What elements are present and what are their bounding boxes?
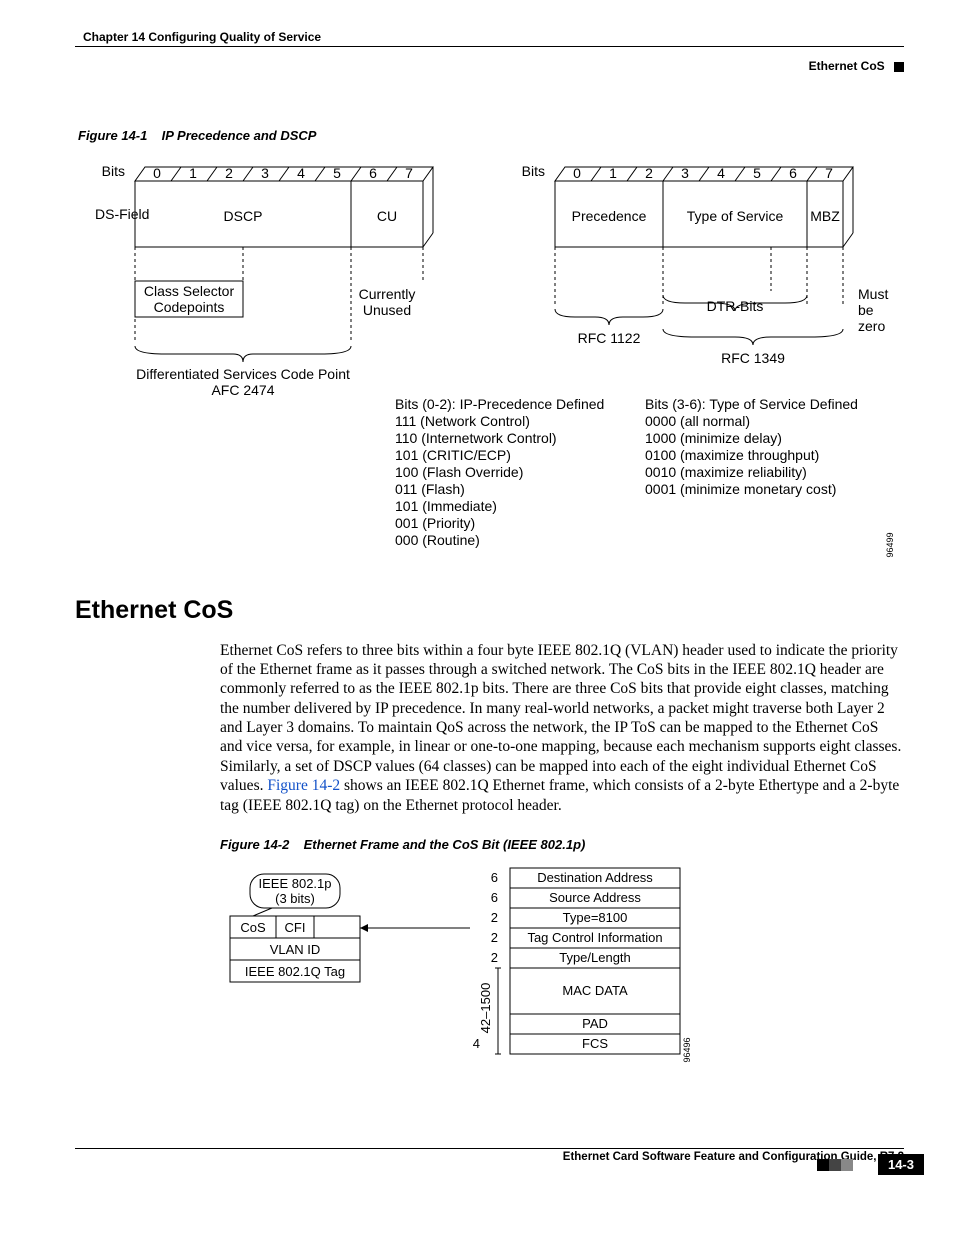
svg-text:5: 5 — [753, 165, 761, 181]
figure2-diagram: CoS CFI VLAN ID IEEE 802.1Q Tag IEEE 802… — [220, 858, 780, 1078]
section-heading: Ethernet CoS — [75, 596, 904, 625]
figure2-caption: Figure 14-2 Ethernet Frame and the CoS B… — [220, 837, 904, 852]
svg-text:Codepoints: Codepoints — [154, 299, 225, 315]
page-number: 14-3 — [878, 1154, 924, 1175]
svg-text:IEEE 802.1Q Tag: IEEE 802.1Q Tag — [245, 964, 345, 979]
svg-text:FCS: FCS — [582, 1036, 608, 1051]
svg-text:IEEE 802.1p: IEEE 802.1p — [259, 876, 332, 891]
figure1-title: IP Precedence and DSCP — [162, 128, 317, 143]
svg-text:4: 4 — [717, 165, 725, 181]
svg-text:2: 2 — [645, 165, 653, 181]
section-label-top: Ethernet CoS — [75, 59, 904, 73]
svg-text:011 (Flash): 011 (Flash) — [395, 481, 465, 497]
svg-text:0100 (maximize throughput): 0100 (maximize throughput) — [645, 447, 819, 463]
svg-text:DTR-Bits: DTR-Bits — [707, 298, 764, 314]
svg-text:Type=8100: Type=8100 — [563, 910, 628, 925]
svg-text:zero: zero — [858, 318, 885, 334]
svg-text:Destination Address: Destination Address — [537, 870, 653, 885]
svg-text:110 (Internetwork Control): 110 (Internetwork Control) — [395, 430, 557, 446]
svg-text:PAD: PAD — [582, 1016, 608, 1031]
figure2-title: Ethernet Frame and the CoS Bit (IEEE 802… — [304, 837, 586, 852]
svg-text:Precedence: Precedence — [572, 208, 647, 224]
svg-text:RFC 1349: RFC 1349 — [721, 350, 785, 366]
svg-text:Type of Service: Type of Service — [687, 208, 784, 224]
svg-text:1: 1 — [189, 165, 197, 181]
svg-text:2: 2 — [225, 165, 233, 181]
svg-text:4: 4 — [297, 165, 305, 181]
footer-guide: Ethernet Card Software Feature and Confi… — [75, 1149, 904, 1163]
svg-text:Bits: Bits — [102, 163, 125, 179]
svg-text:DSCP: DSCP — [224, 208, 263, 224]
section-label-text: Ethernet CoS — [809, 59, 885, 73]
svg-text:0010 (maximize reliability): 0010 (maximize reliability) — [645, 464, 807, 480]
bits-row-left: 0 1 2 3 4 5 6 7 — [135, 165, 433, 181]
svg-text:be: be — [858, 302, 874, 318]
svg-text:7: 7 — [825, 165, 833, 181]
figure-link[interactable]: Figure 14-2 — [267, 777, 340, 794]
svg-text:000 (Routine): 000 (Routine) — [395, 532, 480, 548]
svg-text:0001 (minimize monetary cost): 0001 (minimize monetary cost) — [645, 481, 836, 497]
svg-text:6: 6 — [789, 165, 797, 181]
svg-text:111 (Network Control): 111 (Network Control) — [395, 413, 530, 429]
svg-text:001 (Priority): 001 (Priority) — [395, 515, 475, 531]
svg-text:2: 2 — [491, 910, 498, 925]
svg-text:Bits: Bits — [522, 163, 545, 179]
svg-text:Must: Must — [858, 286, 888, 302]
svg-text:VLAN ID: VLAN ID — [270, 942, 321, 957]
figure2-number: Figure 14-2 — [220, 837, 300, 852]
svg-text:5: 5 — [333, 165, 341, 181]
page-footer: Ethernet Card Software Feature and Confi… — [75, 1148, 904, 1179]
svg-text:1: 1 — [609, 165, 617, 181]
svg-text:0000 (all normal): 0000 (all normal) — [645, 413, 750, 429]
footer-square-icon — [829, 1159, 841, 1171]
svg-text:4: 4 — [473, 1036, 480, 1051]
svg-text:CU: CU — [377, 208, 397, 224]
svg-text:101 (CRITIC/ECP): 101 (CRITIC/ECP) — [395, 447, 511, 463]
svg-text:Class Selector: Class Selector — [144, 283, 235, 299]
figure1-diagram: Bits 0 1 2 3 4 5 6 7 — [75, 151, 905, 561]
svg-text:Currently: Currently — [359, 286, 416, 302]
figure1-number: Figure 14-1 — [78, 128, 158, 143]
figure1-caption: Figure 14-1 IP Precedence and DSCP — [78, 128, 904, 143]
svg-text:6: 6 — [491, 870, 498, 885]
svg-text:2: 2 — [491, 950, 498, 965]
svg-text:(3 bits): (3 bits) — [275, 891, 315, 906]
footer-square-icon — [817, 1159, 829, 1171]
svg-text:100 (Flash Override): 100 (Flash Override) — [395, 464, 523, 480]
svg-text:Differentiated Services Code P: Differentiated Services Code Point — [136, 366, 350, 382]
svg-text:0: 0 — [153, 165, 161, 181]
svg-text:DS-Field: DS-Field — [95, 206, 149, 222]
svg-text:1000 (minimize delay): 1000 (minimize delay) — [645, 430, 782, 446]
svg-text:101 (Immediate): 101 (Immediate) — [395, 498, 497, 514]
black-square-icon — [894, 62, 904, 72]
svg-text:AFC 2474: AFC 2474 — [211, 382, 274, 398]
svg-text:6: 6 — [491, 890, 498, 905]
svg-text:3: 3 — [681, 165, 689, 181]
svg-text:Source Address: Source Address — [549, 890, 641, 905]
svg-text:6: 6 — [369, 165, 377, 181]
chapter-heading: Chapter 14 Configuring Quality of Servic… — [75, 30, 904, 47]
svg-text:MAC DATA: MAC DATA — [562, 983, 628, 998]
svg-text:7: 7 — [405, 165, 413, 181]
svg-text:CoS: CoS — [240, 920, 266, 935]
svg-text:Bits (3-6): Type of Service De: Bits (3-6): Type of Service Defined — [645, 396, 858, 412]
svg-text:3: 3 — [261, 165, 269, 181]
svg-text:CFI: CFI — [285, 920, 306, 935]
svg-text:Tag Control Information: Tag Control Information — [527, 930, 662, 945]
svg-text:Unused: Unused — [363, 302, 411, 318]
svg-text:42–1500: 42–1500 — [478, 983, 493, 1034]
svg-text:Type/Length: Type/Length — [559, 950, 631, 965]
footer-square-icon — [841, 1159, 853, 1171]
svg-text:96496: 96496 — [682, 1037, 692, 1062]
svg-text:0: 0 — [573, 165, 581, 181]
svg-text:96499: 96499 — [885, 532, 895, 557]
svg-text:Bits (0-2): IP-Precedence Defi: Bits (0-2): IP-Precedence Defined — [395, 396, 604, 412]
svg-text:MBZ: MBZ — [810, 208, 840, 224]
svg-text:2: 2 — [491, 930, 498, 945]
para-text-a: Ethernet CoS refers to three bits within… — [220, 642, 901, 795]
svg-text:RFC 1122: RFC 1122 — [578, 330, 641, 346]
section-paragraph: Ethernet CoS refers to three bits within… — [220, 641, 904, 815]
